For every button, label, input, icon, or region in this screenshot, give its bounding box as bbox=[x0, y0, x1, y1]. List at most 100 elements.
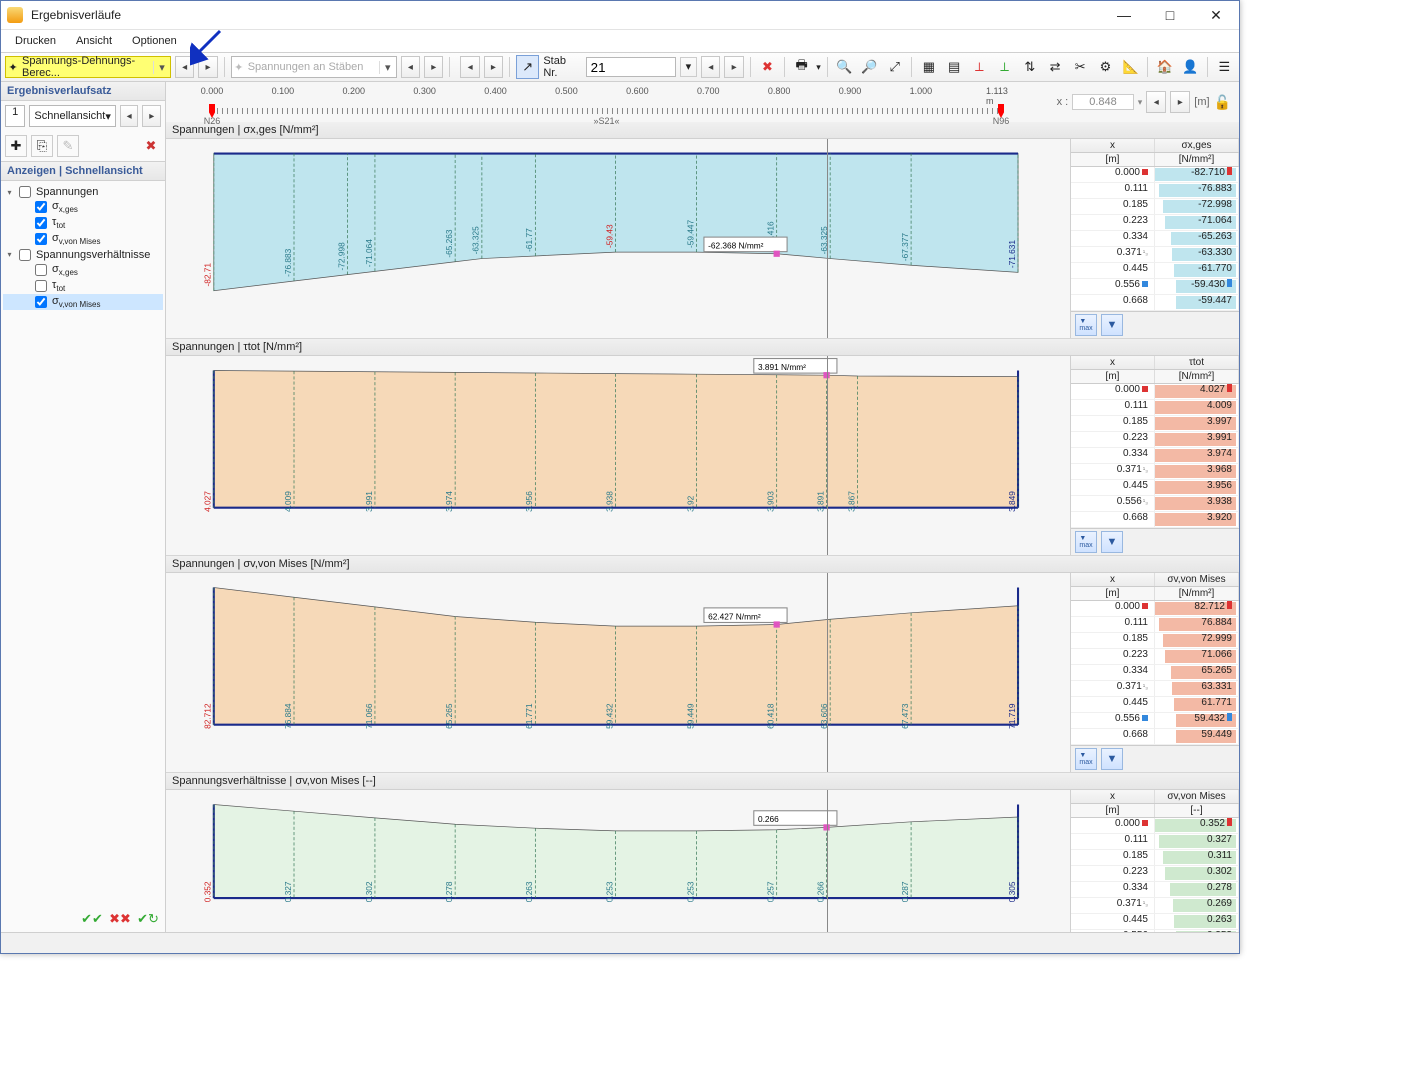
table-row[interactable]: 0.111-76.883 bbox=[1071, 183, 1239, 199]
menu-optionen[interactable]: Optionen bbox=[122, 32, 187, 50]
table-row[interactable]: 0.00082.712 bbox=[1071, 601, 1239, 617]
menu-drucken[interactable]: Drucken bbox=[5, 32, 66, 50]
result-type-combo[interactable]: ✦ Spannungs-Dehnungs-Berec... ▾ bbox=[5, 56, 171, 78]
tool-12-icon[interactable]: ☰ bbox=[1214, 56, 1235, 78]
table-row[interactable]: 0.4453.956 bbox=[1071, 480, 1239, 496]
table-row[interactable]: 0.33465.265 bbox=[1071, 665, 1239, 681]
view-combo[interactable]: Schnellansicht▾ bbox=[29, 105, 115, 127]
filter-icon[interactable]: ▼ bbox=[1101, 531, 1123, 553]
tool-3-icon[interactable]: ⟂ bbox=[969, 56, 990, 78]
next-sp-button[interactable]: ▸ bbox=[424, 56, 443, 78]
edit-icon[interactable]: ✎ bbox=[57, 135, 79, 157]
check-all-icon[interactable]: ✔✔ bbox=[81, 908, 103, 930]
sp-members-combo[interactable]: ✦ Spannungen an Stäben ▾ bbox=[231, 56, 397, 78]
tree-node-r-tau-tot[interactable]: τtot bbox=[3, 278, 163, 294]
filter-icon[interactable]: ▼ bbox=[1101, 314, 1123, 336]
tree-node-spannungen[interactable]: ▾Spannungen bbox=[3, 185, 163, 199]
view-next-button[interactable]: ▸ bbox=[142, 105, 161, 127]
prev-sp-button[interactable]: ◂ bbox=[401, 56, 420, 78]
member-dropdown-icon[interactable]: ▾ bbox=[680, 57, 697, 77]
table-row[interactable]: 0.223-71.064 bbox=[1071, 215, 1239, 231]
tree-node-sigma-xges[interactable]: σx,ges bbox=[3, 199, 163, 215]
table-row[interactable]: 0.1114.009 bbox=[1071, 400, 1239, 416]
tree-node-r-sigma-xges[interactable]: σx,ges bbox=[3, 262, 163, 278]
chart-canvas[interactable]: 0.3520.3270.3020.2780.2630.2530.2530.257… bbox=[166, 790, 1070, 932]
minimize-button[interactable]: ― bbox=[1101, 1, 1147, 29]
tree-node-r-sigma-vm[interactable]: σv,von Mises bbox=[3, 294, 163, 310]
new-icon[interactable]: ✚ bbox=[5, 135, 27, 157]
copy-icon[interactable]: ⎘ bbox=[31, 135, 53, 157]
table-row[interactable]: 0.55659.432 bbox=[1071, 713, 1239, 729]
table-row[interactable]: 0.18572.999 bbox=[1071, 633, 1239, 649]
lock-icon[interactable]: 🔓 bbox=[1214, 94, 1231, 111]
table-row[interactable]: 0.4450.263 bbox=[1071, 914, 1239, 930]
table-row[interactable]: 0.44561.771 bbox=[1071, 697, 1239, 713]
table-row[interactable]: 0.66859.449 bbox=[1071, 729, 1239, 745]
table-row[interactable]: 0.0004.027 bbox=[1071, 384, 1239, 400]
maximize-button[interactable]: □ bbox=[1147, 1, 1193, 29]
tool-2-icon[interactable]: ▤ bbox=[944, 56, 965, 78]
table-row[interactable]: 0.185-72.998 bbox=[1071, 199, 1239, 215]
table-row[interactable]: 0.371¹₃0.269 bbox=[1071, 898, 1239, 914]
table-row[interactable]: 0.334-65.263 bbox=[1071, 231, 1239, 247]
table-row[interactable]: 0.11176.884 bbox=[1071, 617, 1239, 633]
table-row[interactable]: 0.1110.327 bbox=[1071, 834, 1239, 850]
table-row[interactable]: 0.371¹₃3.968 bbox=[1071, 464, 1239, 480]
tool-6-icon[interactable]: ⇄ bbox=[1044, 56, 1065, 78]
table-row[interactable]: 0.5560.253 bbox=[1071, 930, 1239, 932]
filter-max-icon[interactable]: ▼max bbox=[1075, 748, 1097, 770]
table-row[interactable]: 0.556¹₃3.938 bbox=[1071, 496, 1239, 512]
prev-member-button[interactable]: ◂ bbox=[460, 56, 479, 78]
delete-icon[interactable]: ✖ bbox=[757, 56, 778, 78]
filter-icon[interactable]: ▼ bbox=[1101, 748, 1123, 770]
chart-canvas[interactable]: -82.71-76.883-72.998-71.064-65.263-63.32… bbox=[166, 139, 1070, 338]
table-row[interactable]: 0.2233.991 bbox=[1071, 432, 1239, 448]
table-row[interactable]: 0.668-59.447 bbox=[1071, 295, 1239, 311]
tool-11-icon[interactable]: 👤 bbox=[1179, 56, 1200, 78]
member-prev-button[interactable]: ◂ bbox=[701, 56, 720, 78]
tool-5-icon[interactable]: ⇅ bbox=[1019, 56, 1040, 78]
set-index[interactable]: 1 bbox=[5, 105, 25, 127]
zoom-in-icon[interactable]: 🔍 bbox=[834, 56, 855, 78]
table-row[interactable]: 0.6683.920 bbox=[1071, 512, 1239, 528]
table-row[interactable]: 0.0000.352 bbox=[1071, 818, 1239, 834]
filter-max-icon[interactable]: ▼max bbox=[1075, 314, 1097, 336]
chart-canvas[interactable]: 82.71276.88471.06665.26561.77159.43259.4… bbox=[166, 573, 1070, 772]
delete-set-icon[interactable]: ✖ bbox=[141, 136, 161, 156]
tree-node-tau-tot[interactable]: τtot bbox=[3, 215, 163, 231]
toggle-icon[interactable]: ✔↻ bbox=[137, 908, 159, 930]
tool-7-icon[interactable]: ✂ bbox=[1070, 56, 1091, 78]
chart-canvas[interactable]: 4.0274.0093.9913.9743.9563.9383.923.9033… bbox=[166, 356, 1070, 555]
table-row[interactable]: 0.445-61.770 bbox=[1071, 263, 1239, 279]
tool-4-icon[interactable]: ⟂ bbox=[994, 56, 1015, 78]
table-row[interactable]: 0.371¹₃63.331 bbox=[1071, 681, 1239, 697]
tool-1-icon[interactable]: ▦ bbox=[918, 56, 939, 78]
x-next-button[interactable]: ▸ bbox=[1170, 91, 1190, 113]
member-next-button[interactable]: ▸ bbox=[724, 56, 743, 78]
print-icon[interactable]: 🖶 bbox=[791, 56, 812, 78]
tree-node-ratios[interactable]: ▾Spannungsverhältnisse bbox=[3, 248, 163, 262]
close-button[interactable]: ✕ bbox=[1193, 1, 1239, 29]
tool-10-icon[interactable]: 🏠 bbox=[1154, 56, 1175, 78]
tool-9-icon[interactable]: 📐 bbox=[1120, 56, 1141, 78]
table-row[interactable]: 0.3340.278 bbox=[1071, 882, 1239, 898]
table-row[interactable]: 0.556-59.430 bbox=[1071, 279, 1239, 295]
view-prev-button[interactable]: ◂ bbox=[120, 105, 139, 127]
x-prev-button[interactable]: ◂ bbox=[1146, 91, 1166, 113]
uncheck-all-icon[interactable]: ✖✖ bbox=[109, 908, 131, 930]
table-row[interactable]: 0.3343.974 bbox=[1071, 448, 1239, 464]
table-row[interactable]: 0.1853.997 bbox=[1071, 416, 1239, 432]
filter-max-icon[interactable]: ▼max bbox=[1075, 531, 1097, 553]
zoom-out-icon[interactable]: 🔎 bbox=[859, 56, 880, 78]
next-result-button[interactable]: ▸ bbox=[198, 56, 217, 78]
fit-icon[interactable]: ⤢ bbox=[884, 56, 905, 78]
tree-node-sigma-vm[interactable]: σv,von Mises bbox=[3, 231, 163, 247]
table-row[interactable]: 0.371¹₃-63.330 bbox=[1071, 247, 1239, 263]
member-no-input[interactable] bbox=[586, 57, 676, 77]
menu-ansicht[interactable]: Ansicht bbox=[66, 32, 122, 50]
x-ruler[interactable]: 0.0000.1000.2000.3000.4000.5000.6000.700… bbox=[172, 82, 1031, 122]
select-member-icon[interactable]: ↗ bbox=[516, 55, 539, 79]
next-member-button[interactable]: ▸ bbox=[484, 56, 503, 78]
table-row[interactable]: 0.2230.302 bbox=[1071, 866, 1239, 882]
table-row[interactable]: 0.000-82.710 bbox=[1071, 167, 1239, 183]
